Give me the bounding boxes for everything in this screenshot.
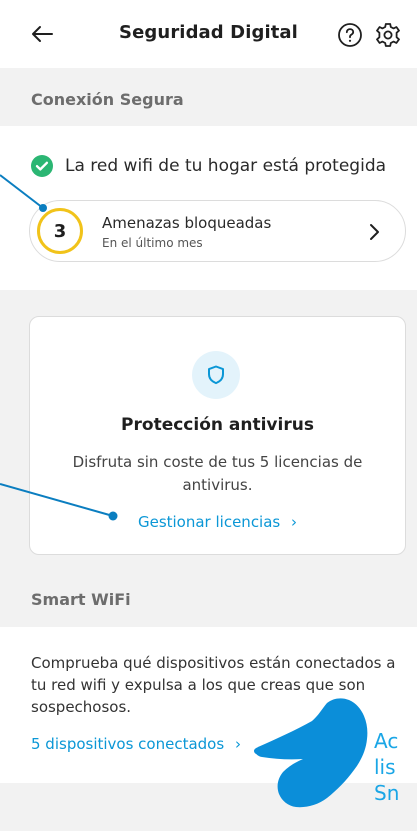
section-title-conexion: Conexión Segura xyxy=(31,90,184,109)
connected-devices-link[interactable]: 5 dispositivos conectados › xyxy=(31,735,241,753)
hint-line-1: Ac xyxy=(374,729,399,753)
threat-title: Amenazas bloqueadas xyxy=(102,214,272,232)
settings-button[interactable] xyxy=(374,21,402,49)
network-status-text: La red wifi de tu hogar está protegida xyxy=(65,156,387,176)
threat-subtitle: En el último mes xyxy=(102,236,203,250)
hint-line-3: Sn xyxy=(374,781,400,805)
settings-gear-icon xyxy=(376,23,400,47)
hint-line-2: lis xyxy=(374,755,396,779)
check-circle-icon xyxy=(31,155,53,177)
shield-icon xyxy=(208,365,224,385)
antivirus-description: Disfruta sin coste de tus 5 licencias de… xyxy=(72,453,363,494)
chevron-right-icon: › xyxy=(234,735,241,753)
connected-devices-label: 5 dispositivos conectados xyxy=(31,735,225,753)
help-icon xyxy=(338,23,362,47)
manage-licenses-label: Gestionar licencias xyxy=(137,513,281,531)
threats-blocked-card[interactable]: 3 Amenazas bloqueadas En el último mes xyxy=(29,200,406,262)
chevron-right-icon xyxy=(370,224,379,240)
app-header: Seguridad Digital xyxy=(0,0,417,68)
annotation-hint-text: Ac lis Sn xyxy=(374,728,417,806)
chevron-right-icon: › xyxy=(291,513,298,531)
smartwifi-description: Comprueba qué dispositivos están conecta… xyxy=(31,654,396,716)
network-status: La red wifi de tu hogar está protegida xyxy=(31,155,386,177)
threat-count-badge: 3 xyxy=(37,208,83,254)
help-button[interactable] xyxy=(337,22,363,48)
section-title-smartwifi: Smart WiFi xyxy=(31,590,131,609)
manage-licenses-link[interactable]: Gestionar licencias › xyxy=(30,513,405,531)
shield-badge xyxy=(192,351,240,399)
antivirus-title: Protección antivirus xyxy=(121,415,314,435)
antivirus-card: Protección antivirus Disfruta sin coste … xyxy=(29,316,406,555)
